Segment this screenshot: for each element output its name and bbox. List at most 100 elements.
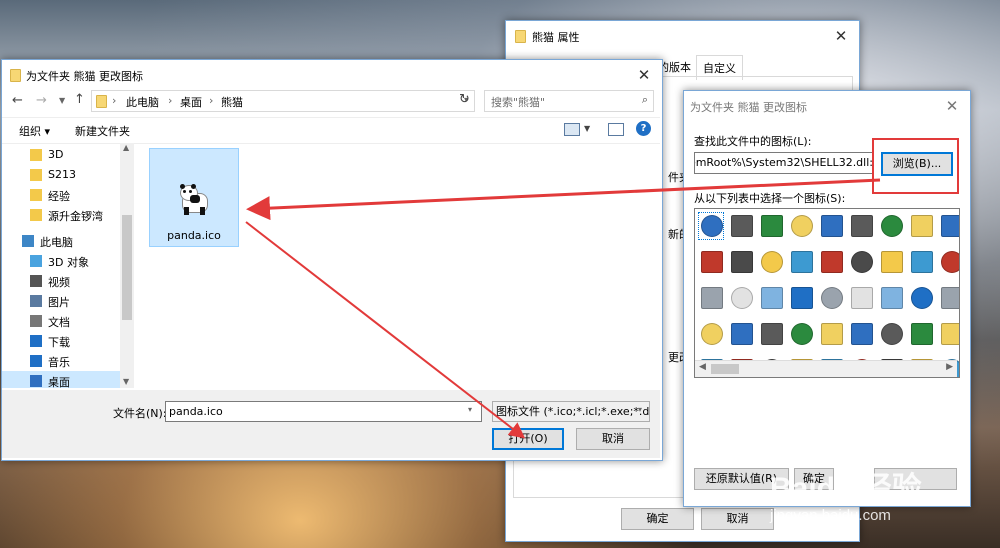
tree-item-label: 文档 bbox=[48, 316, 70, 329]
preview-pane-icon[interactable] bbox=[608, 123, 624, 136]
breadcrumb-item[interactable]: 熊猫 bbox=[221, 94, 243, 110]
shell-icon[interactable] bbox=[879, 285, 903, 311]
icon-grid[interactable]: ◀ ▶ bbox=[694, 208, 960, 378]
shell-icon[interactable] bbox=[939, 249, 959, 275]
horizontal-scrollbar[interactable]: ◀ ▶ bbox=[695, 360, 957, 377]
shell-icon[interactable] bbox=[819, 285, 843, 311]
shell-icon[interactable] bbox=[909, 249, 933, 275]
file-type-dropdown-icon[interactable]: ▾ bbox=[638, 405, 642, 414]
scroll-down-icon[interactable]: ▼ bbox=[123, 377, 129, 386]
tree-item[interactable]: 3D 对象 bbox=[2, 251, 130, 271]
close-icon[interactable]: ✕ bbox=[632, 64, 656, 86]
close-icon[interactable]: ✕ bbox=[940, 95, 964, 117]
scroll-left-icon[interactable]: ◀ bbox=[699, 362, 706, 372]
tree-item-label: 经验 bbox=[48, 190, 70, 203]
choose-icon-label: 从以下列表中选择一个图标(S): bbox=[694, 192, 846, 205]
shell-icon[interactable] bbox=[729, 213, 753, 239]
close-icon[interactable]: ✕ bbox=[829, 25, 853, 47]
breadcrumb-item[interactable]: 此电脑 bbox=[126, 94, 159, 110]
shell-icon[interactable] bbox=[759, 285, 783, 311]
filename-dropdown-icon[interactable]: ▾ bbox=[468, 405, 472, 414]
tree-item[interactable]: 3D bbox=[2, 145, 130, 165]
tree-item[interactable]: 文档 bbox=[2, 311, 130, 331]
search-box[interactable]: 搜索"熊猫" ⌕ bbox=[484, 90, 654, 112]
breadcrumb-sep-icon: › bbox=[112, 94, 117, 107]
navigation-pane[interactable]: 3D S213 经验源升金锣湾此电脑 3D 对象 视频 图片文档下载 音乐 桌面 ▲ ▼ bbox=[2, 143, 135, 388]
shell-icon[interactable] bbox=[698, 212, 724, 240]
organize-button[interactable]: 组织 ▾ bbox=[19, 123, 50, 139]
shell-icon[interactable] bbox=[729, 285, 753, 311]
browse-button[interactable]: 浏览(B)... bbox=[881, 152, 953, 176]
file-item[interactable]: panda.ico bbox=[149, 148, 239, 247]
shell-icon[interactable] bbox=[789, 321, 813, 347]
shell-icon[interactable] bbox=[909, 321, 933, 347]
tree-item-label: S213 bbox=[48, 168, 76, 181]
tree-item[interactable]: 音乐 bbox=[2, 351, 130, 371]
shell-icon[interactable] bbox=[849, 321, 873, 347]
tree-item[interactable]: 图片 bbox=[2, 291, 130, 311]
icon-path-field[interactable]: :ystemRoot%\System32\SHELL32.dll bbox=[694, 152, 874, 174]
shell-icon[interactable] bbox=[819, 249, 843, 275]
file-list: panda.ico bbox=[137, 143, 660, 388]
shell-icon[interactable] bbox=[909, 213, 933, 239]
shell-icon[interactable] bbox=[939, 285, 959, 311]
back-icon[interactable]: ← bbox=[12, 93, 23, 108]
file-type-select[interactable]: 图标文件 (*.ico;*.icl;*.exe;*.dll) bbox=[492, 401, 650, 422]
cancel-button[interactable]: 取消 bbox=[576, 428, 650, 450]
scroll-up-icon[interactable]: ▲ bbox=[123, 143, 129, 152]
shell-icon[interactable] bbox=[789, 213, 813, 239]
forward-icon[interactable]: → bbox=[36, 93, 47, 108]
shell-icon[interactable] bbox=[789, 285, 813, 311]
shell-icon[interactable] bbox=[939, 213, 959, 239]
shell-icon[interactable] bbox=[849, 213, 873, 239]
view-options-icon[interactable] bbox=[564, 123, 580, 136]
help-icon[interactable]: ? bbox=[636, 121, 651, 136]
shell-icon[interactable] bbox=[789, 249, 813, 275]
shell-icon[interactable] bbox=[819, 213, 843, 239]
music-icon bbox=[30, 355, 42, 367]
breadcrumb-item[interactable]: 桌面 bbox=[180, 94, 202, 110]
scroll-thumb[interactable] bbox=[711, 364, 739, 374]
tree-item[interactable]: 经验 bbox=[2, 185, 130, 205]
shell-icon[interactable] bbox=[909, 285, 933, 311]
properties-title: 熊猫 属性 bbox=[532, 31, 580, 44]
shell-icon[interactable] bbox=[849, 249, 873, 275]
shell-icon[interactable] bbox=[879, 213, 903, 239]
tree-item[interactable]: S213 bbox=[2, 165, 130, 185]
shell-icon[interactable] bbox=[939, 321, 959, 347]
shell-icon[interactable] bbox=[879, 321, 903, 347]
shell-icon[interactable] bbox=[759, 321, 783, 347]
shell-icon[interactable] bbox=[729, 249, 753, 275]
shell-icon[interactable] bbox=[879, 249, 903, 275]
shell-icon[interactable] bbox=[819, 321, 843, 347]
tree-scrollbar[interactable]: ▲ ▼ bbox=[120, 143, 134, 388]
shell-icon[interactable] bbox=[759, 213, 783, 239]
view-dropdown-icon[interactable]: ▼ bbox=[584, 124, 590, 133]
tree-item[interactable]: 桌面 bbox=[2, 371, 130, 388]
refresh-icon[interactable]: ↻ bbox=[459, 92, 470, 107]
new-folder-button[interactable]: 新建文件夹 bbox=[75, 123, 130, 139]
tree-item[interactable]: 源升金锣湾 bbox=[2, 205, 130, 225]
scroll-right-icon[interactable]: ▶ bbox=[946, 362, 953, 372]
open-titlebar: 为文件夹 熊猫 更改图标 ✕ bbox=[2, 60, 662, 90]
tree-item[interactable]: 视频 bbox=[2, 271, 130, 291]
filename-input[interactable]: panda.ico bbox=[165, 401, 482, 422]
shell-icon[interactable] bbox=[699, 321, 723, 347]
shell-icon[interactable] bbox=[759, 249, 783, 275]
properties-cancel-button[interactable]: 取消 bbox=[701, 508, 774, 530]
search-input[interactable]: 搜索"熊猫" bbox=[491, 94, 545, 110]
open-button[interactable]: 打开(O) bbox=[492, 428, 564, 450]
shell-icon[interactable] bbox=[699, 249, 723, 275]
search-icon[interactable]: ⌕ bbox=[642, 93, 648, 107]
properties-ok-button[interactable]: 确定 bbox=[621, 508, 694, 530]
up-icon[interactable]: ↑ bbox=[74, 92, 85, 107]
shell-icon[interactable] bbox=[849, 285, 873, 311]
shell-icon[interactable] bbox=[699, 285, 723, 311]
tree-item[interactable]: 下载 bbox=[2, 331, 130, 351]
picture-icon bbox=[30, 295, 42, 307]
scroll-thumb[interactable] bbox=[122, 215, 132, 320]
tree-item[interactable]: 此电脑 bbox=[2, 231, 130, 251]
shell-icon[interactable] bbox=[729, 321, 753, 347]
recent-dropdown-icon[interactable]: ▼ bbox=[59, 96, 65, 105]
address-bar[interactable]: › 此电脑 › 桌面 › 熊猫 ▾ bbox=[91, 90, 475, 112]
